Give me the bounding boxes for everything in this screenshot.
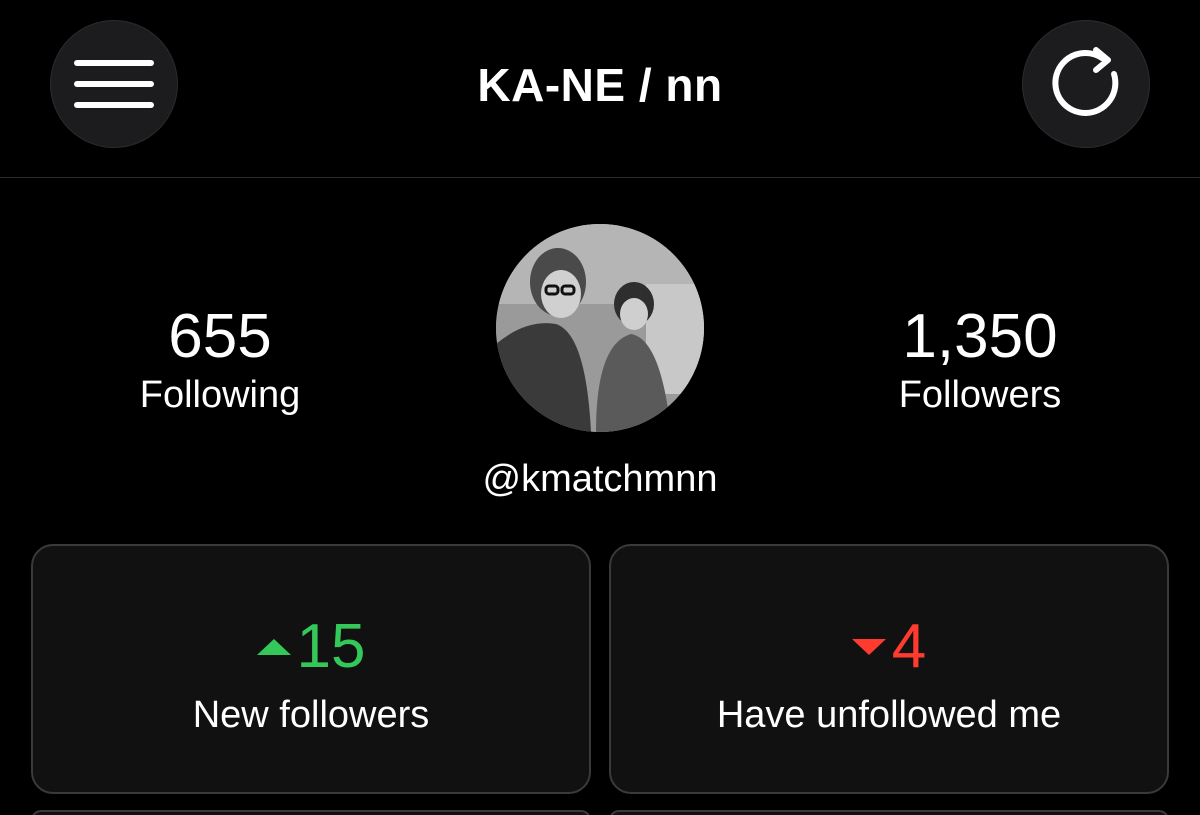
followers-count: 1,350 xyxy=(902,302,1058,371)
new-followers-label: New followers xyxy=(192,694,430,736)
unfollowed-count: 4 xyxy=(891,612,927,681)
unfollowed-card[interactable]: 4 Have unfollowed me xyxy=(609,544,1169,794)
top-bar: KA-NE / nn xyxy=(0,0,1200,178)
avatar-photo xyxy=(496,224,704,432)
page-title: KA-NE / nn xyxy=(477,59,723,111)
hamburger-menu-icon xyxy=(74,60,154,108)
followers-stat[interactable]: 1,350 Followers xyxy=(830,302,1130,418)
app-screen: KA-NE / nn 655 Following 1,350 Followers… xyxy=(0,0,1200,815)
following-stat[interactable]: 655 Following xyxy=(70,302,370,418)
menu-button[interactable] xyxy=(50,20,178,148)
new-followers-count: 15 xyxy=(296,612,366,681)
triangle-down-icon xyxy=(851,639,886,655)
following-count: 655 xyxy=(168,302,272,371)
followers-label: Followers xyxy=(898,374,1062,416)
refresh-icon xyxy=(1052,47,1119,116)
refresh-button[interactable] xyxy=(1022,20,1150,148)
following-label: Following xyxy=(139,374,301,416)
new-followers-card[interactable]: 15 New followers xyxy=(31,544,591,794)
triangle-up-icon xyxy=(256,639,291,655)
next-card-left[interactable] xyxy=(31,810,591,815)
avatar[interactable] xyxy=(496,224,704,432)
new-followers-value-row: 15 xyxy=(33,612,589,682)
username-handle: @kmatchmnn xyxy=(482,458,718,500)
unfollowed-label: Have unfollowed me xyxy=(716,694,1062,736)
next-card-right[interactable] xyxy=(609,810,1169,815)
unfollowed-value-row: 4 xyxy=(611,612,1167,682)
